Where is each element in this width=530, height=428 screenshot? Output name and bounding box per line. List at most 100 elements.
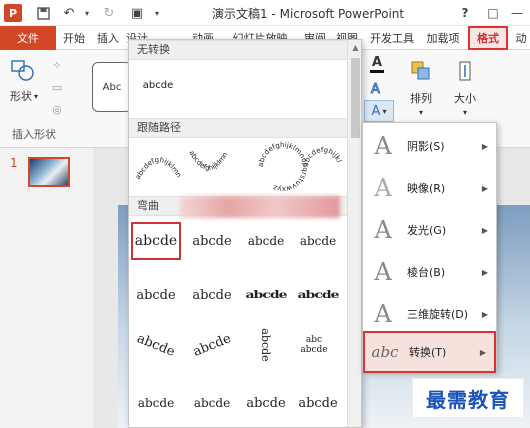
- chevron-down-icon[interactable]: ▾: [448, 106, 482, 118]
- transform-arch-up-warp[interactable]: abcde: [129, 318, 186, 372]
- svg-text:A: A: [371, 82, 380, 96]
- start-slideshow-icon[interactable]: ▣: [128, 4, 146, 22]
- undo-dropdown-icon[interactable]: ▾: [78, 4, 96, 22]
- text-effects-button[interactable]: A ▾: [364, 100, 394, 122]
- transform-button-text: abcdefghijkl: [302, 146, 343, 167]
- text-effects-icon: A: [371, 103, 381, 119]
- chevron-down-icon: ▾: [382, 106, 387, 116]
- menu-item-bevel[interactable]: A 棱台(B) ▶: [363, 251, 496, 293]
- menu-item-transform[interactable]: abc 转换(T) ▶: [363, 331, 496, 373]
- ribbon-display-options-button[interactable]: □: [484, 4, 502, 22]
- text-effects-menu: A 阴影(S) ▶ A 映像(R) ▶ A 发光(G) ▶ A 棱台(B) ▶ …: [362, 122, 497, 373]
- scroll-thumb[interactable]: [351, 58, 360, 138]
- transform-ring-outside[interactable]: abcde: [293, 282, 343, 309]
- transform-curve-up[interactable]: abcde: [131, 384, 181, 422]
- transform-can-down[interactable]: abcde: [293, 384, 343, 422]
- merge-shapes-icon[interactable]: ◎: [44, 100, 70, 118]
- arrange-icon[interactable]: [404, 56, 438, 86]
- text-box-icon[interactable]: ▭: [44, 78, 70, 96]
- transform-arch-up[interactable]: abcdefghijklmnopqrstuvwxyz: [133, 140, 183, 181]
- transform-arch-down-warp[interactable]: abcde: [182, 318, 243, 372]
- reflection-icon: A: [374, 174, 392, 202]
- size-icon[interactable]: [448, 56, 482, 86]
- watermark-logo: 最需教育: [412, 378, 524, 418]
- transform-can-up[interactable]: abcde: [241, 384, 291, 422]
- insert-shapes-group-label: 插入形状: [12, 128, 56, 141]
- chevron-right-icon: ▶: [481, 141, 488, 151]
- chevron-right-icon: ▶: [481, 225, 488, 235]
- transform-curve-down[interactable]: abcde: [187, 384, 237, 422]
- shape-button-label: 形状: [9, 90, 32, 103]
- customize-toolbar-icon[interactable]: ▾: [148, 4, 166, 22]
- size-button[interactable]: 大小: [448, 90, 482, 106]
- menu-item-reflection-label: 映像(R): [407, 182, 446, 195]
- title-bar: P ↶ ▾ ↻ ▣ ▾ 演示文稿1 - Microsoft PowerPoint…: [0, 0, 530, 26]
- 3d-rotation-icon: A: [374, 300, 392, 328]
- transform-chevron-up[interactable]: abcde: [131, 276, 181, 314]
- tab-extra[interactable]: 动: [512, 26, 530, 50]
- transform-arch-up-text: abcdefghijklmnopqrstuvwxyz: [133, 140, 183, 181]
- text-fill-button[interactable]: A: [364, 54, 390, 74]
- chevron-right-icon: ▶: [481, 309, 488, 319]
- follow-path-row: abcdefghijklmnopqrstuvwxyz abcdefghijklm…: [133, 140, 343, 193]
- svg-text:abcdefghijkl: abcdefghijkl: [302, 146, 343, 167]
- transform-plain[interactable]: abcde: [131, 222, 181, 260]
- scroll-up-icon[interactable]: ▲: [348, 40, 361, 55]
- transform-circle-warp[interactable]: abcde: [247, 320, 285, 370]
- chevron-right-icon: ▶: [479, 347, 486, 357]
- transform-none[interactable]: abcde: [133, 66, 183, 104]
- transform-ring-inside[interactable]: abcde: [241, 282, 291, 309]
- minimize-button[interactable]: —: [508, 4, 526, 22]
- undo-icon[interactable]: ↶: [60, 4, 78, 22]
- menu-item-bevel-label: 棱台(B): [407, 266, 446, 279]
- size-label: 大小: [454, 92, 476, 105]
- slide-number: 1: [10, 156, 18, 170]
- menu-item-reflection[interactable]: A 映像(R) ▶: [363, 167, 496, 209]
- text-fill-icon: A: [371, 55, 383, 70]
- gallery-scrollbar[interactable]: ▲: [347, 40, 361, 427]
- transform-circle[interactable]: abcdefghijklmnopqrstuvwxyz: [257, 141, 309, 193]
- chevron-down-icon[interactable]: ▾: [404, 106, 438, 118]
- shapes-gallery-icon[interactable]: [8, 58, 38, 84]
- transform-triangle-down[interactable]: abcde: [293, 222, 343, 260]
- arrange-button[interactable]: 排列: [404, 90, 438, 106]
- tab-home[interactable]: 开始: [58, 26, 90, 50]
- tab-insert[interactable]: 插入: [92, 26, 124, 50]
- transform-stop[interactable]: abcde: [187, 222, 237, 260]
- menu-item-glow[interactable]: A 发光(G) ▶: [363, 209, 496, 251]
- help-button[interactable]: ?: [456, 4, 474, 22]
- transform-icon: abc: [371, 343, 399, 361]
- transform-button-warp[interactable]: abc abcde: [293, 326, 335, 364]
- svg-text:abcdefghijklmnopqrstuvwxyz: abcdefghijklmnopqrstuvwxyz: [257, 141, 309, 193]
- powerpoint-logo-icon: P: [4, 4, 22, 22]
- slide-thumbnail-pane: [0, 148, 95, 428]
- tab-developer[interactable]: 开发工具: [364, 26, 420, 50]
- tab-addins[interactable]: 加载项: [422, 26, 464, 50]
- transform-button[interactable]: abcdefghijkl: [302, 146, 343, 167]
- text-outline-button[interactable]: A: [364, 78, 390, 98]
- bevel-icon: A: [374, 258, 392, 286]
- text-fill-color-bar: [370, 70, 384, 73]
- shape-style-sample[interactable]: Abc: [92, 62, 132, 112]
- menu-item-transform-label: 转换(T): [409, 346, 447, 359]
- tab-file[interactable]: 文件: [0, 26, 56, 50]
- window-title: 演示文稿1 - Microsoft PowerPoint: [212, 7, 405, 21]
- transform-triangle-up[interactable]: abcde: [241, 222, 291, 260]
- edit-shape-icon[interactable]: ⁘: [44, 56, 70, 74]
- menu-item-shadow[interactable]: A 阴影(S) ▶: [363, 125, 496, 167]
- slide-thumbnail[interactable]: [28, 157, 70, 187]
- transform-gallery: 无转换 abcde 跟随路径 abcdefghijklmnopqrstuvwxy…: [128, 39, 362, 428]
- glow-icon: A: [374, 216, 392, 244]
- menu-item-3d-rotation-label: 三维旋转(D): [407, 308, 469, 321]
- arrange-label: 排列: [410, 92, 432, 105]
- redo-icon[interactable]: ↻: [100, 4, 118, 22]
- save-icon[interactable]: [34, 4, 52, 22]
- shape-button[interactable]: 形状 ▾: [4, 88, 44, 104]
- menu-item-glow-label: 发光(G): [407, 224, 447, 237]
- shadow-icon: A: [374, 132, 392, 160]
- menu-item-3d-rotation[interactable]: A 三维旋转(D) ▶: [363, 293, 496, 335]
- tab-format[interactable]: 格式: [468, 26, 508, 50]
- chevron-right-icon: ▶: [481, 267, 488, 277]
- transform-chevron-down[interactable]: abcde: [187, 276, 237, 314]
- transform-circle-text: abcdefghijklmnopqrstuvwxyz: [257, 141, 309, 193]
